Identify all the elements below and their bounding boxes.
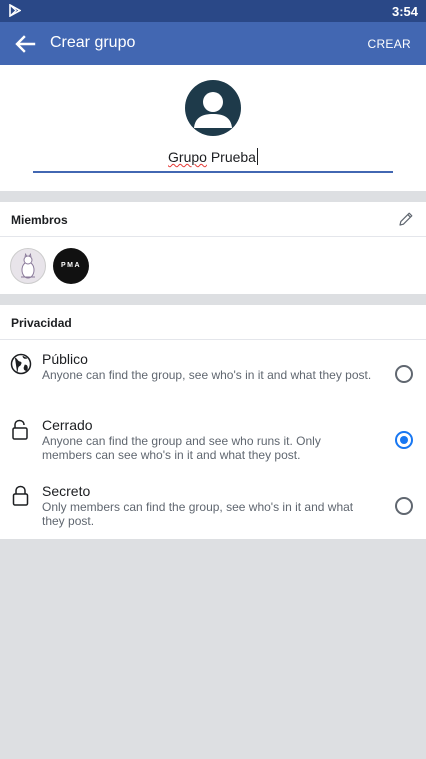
person-icon	[194, 92, 232, 128]
privacy-section: Privacidad Público Anyone can find the g…	[0, 305, 426, 539]
cat-figure-icon	[21, 252, 35, 279]
privacy-option-secret[interactable]: Secreto Only members can find the group,…	[0, 473, 426, 539]
privacy-option-public[interactable]: Público Anyone can find the group, see w…	[0, 341, 426, 407]
option-description: Anyone can find the group and see who ru…	[42, 434, 321, 462]
members-header: Miembros	[0, 202, 426, 237]
radio-secret[interactable]	[395, 497, 413, 515]
unlock-icon	[12, 419, 28, 440]
status-time: 3:54	[391, 4, 418, 19]
radio-public[interactable]	[395, 365, 413, 383]
group-name-rest: Prueba	[206, 149, 256, 165]
option-description: Only members can find the group, see who…	[42, 500, 354, 528]
pencil-icon[interactable]	[398, 211, 414, 227]
play-store-icon	[9, 4, 21, 17]
member-avatar[interactable]: PMA	[53, 248, 89, 284]
create-button[interactable]: CREAR	[367, 37, 411, 51]
option-label: Secreto	[42, 483, 91, 499]
lock-icon	[12, 485, 29, 506]
members-title: Miembros	[11, 213, 68, 227]
privacy-header: Privacidad	[0, 305, 426, 340]
members-section: Miembros PMA	[0, 202, 426, 294]
option-description: Anyone can find the group, see who's in …	[42, 368, 372, 382]
app-bar: Crear grupo CREAR	[0, 22, 426, 65]
status-bar: 3:54	[0, 0, 426, 22]
group-photo[interactable]	[185, 80, 241, 136]
group-name-first-word: Grupo	[168, 149, 207, 165]
radio-closed[interactable]	[395, 431, 413, 449]
privacy-option-closed[interactable]: Cerrado Anyone can find the group and se…	[0, 407, 426, 473]
text-caret	[256, 148, 258, 165]
globe-icon	[10, 353, 32, 375]
group-name-input[interactable]: Grupo Prueba	[33, 145, 393, 173]
page-title: Crear grupo	[50, 34, 136, 51]
option-label: Público	[42, 351, 88, 367]
privacy-title: Privacidad	[11, 316, 72, 330]
option-label: Cerrado	[42, 417, 93, 433]
group-header: Grupo Prueba	[0, 65, 426, 191]
back-arrow-icon[interactable]	[14, 34, 36, 54]
member-avatar[interactable]	[10, 248, 46, 284]
